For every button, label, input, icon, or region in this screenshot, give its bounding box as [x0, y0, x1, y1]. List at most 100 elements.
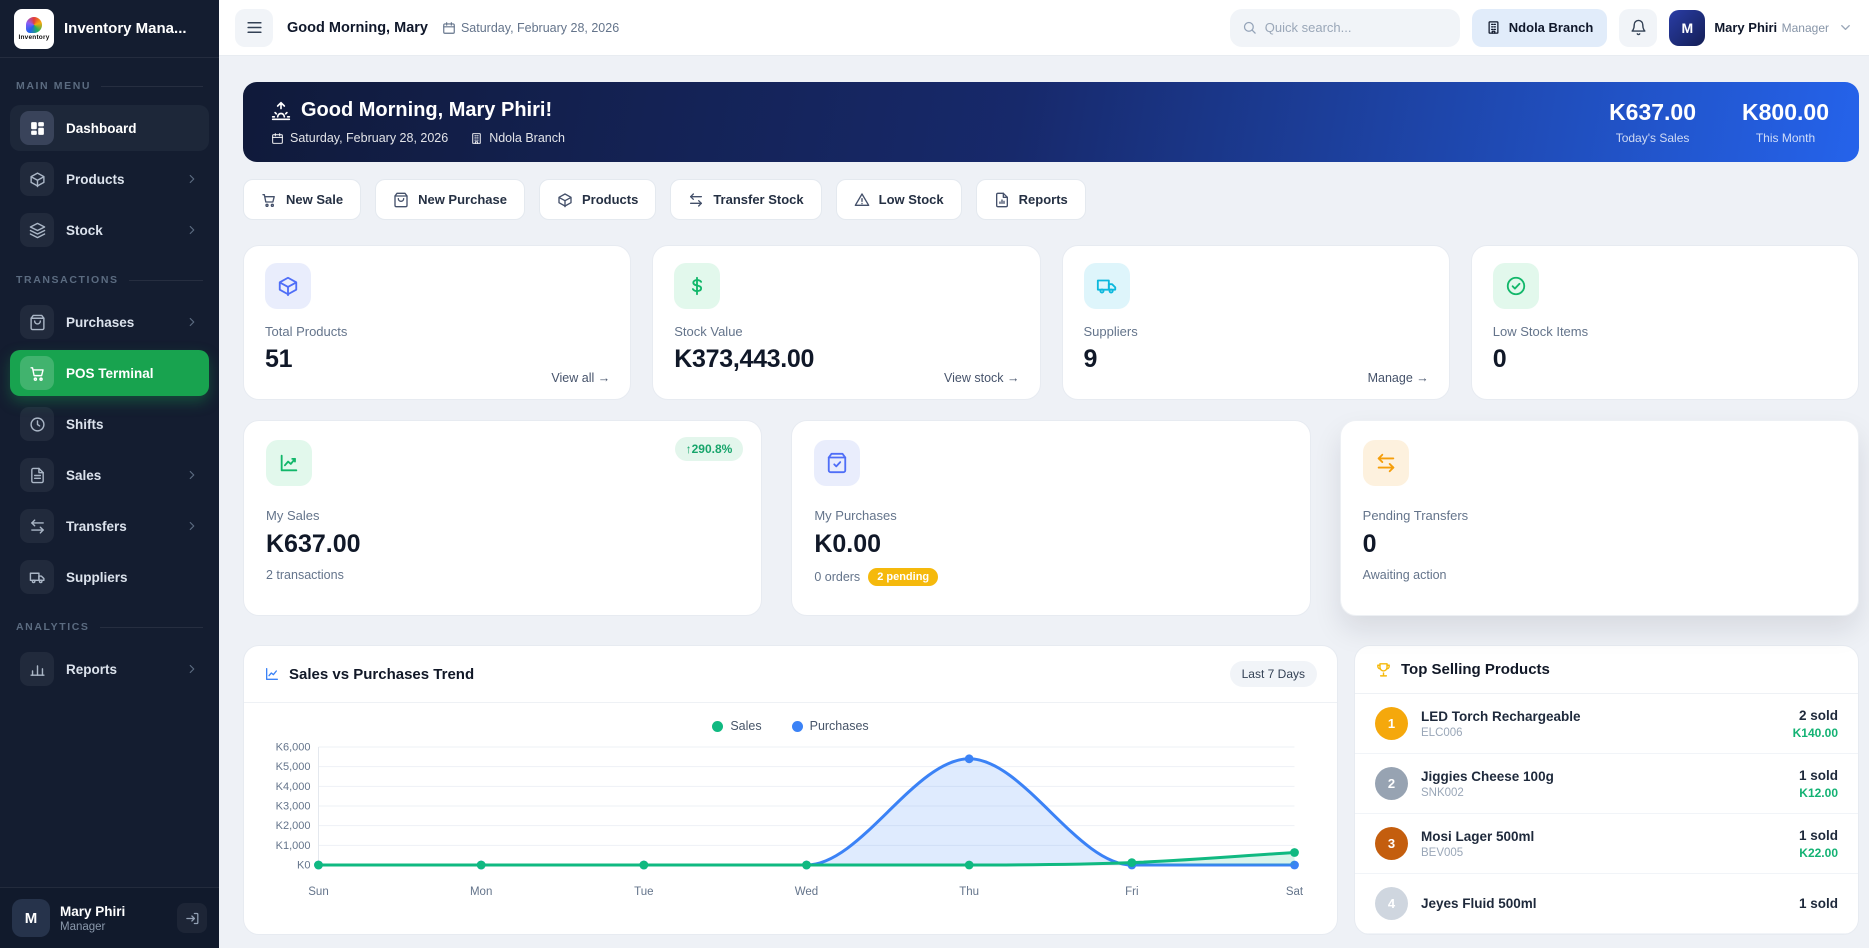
product-amount: K140.00 [1792, 725, 1838, 740]
topbar-user-role: Manager [1781, 20, 1829, 35]
reports-button[interactable]: Reports [975, 179, 1086, 220]
chart-title: Sales vs Purchases Trend [289, 665, 475, 683]
pending-badge: 2 pending [868, 568, 939, 586]
sidebar-item-label: POS Terminal [66, 365, 154, 381]
hamburger-menu-button[interactable] [235, 8, 273, 47]
products-button[interactable]: Products [538, 179, 657, 220]
product-name: LED Torch Rechargeable [1421, 708, 1581, 724]
line-chart-icon [266, 668, 278, 680]
new-purchase-button[interactable]: New Purchase [375, 179, 525, 220]
trend-icon [280, 454, 298, 472]
legend-purchases[interactable]: Purchases [791, 719, 869, 733]
bottom-row: Sales vs Purchases Trend Last 7 Days Sal… [243, 645, 1859, 935]
stat-label: Stock Value [674, 324, 743, 339]
sidebar-item-reports[interactable]: Reports [10, 646, 209, 692]
logout-button[interactable] [177, 903, 207, 933]
perf-label: My Sales [266, 508, 320, 523]
banner-date-text: Saturday, February 28, 2026 [290, 131, 449, 145]
menu-icon [246, 21, 262, 34]
topbar: Good Morning, Mary Saturday, February 28… [219, 0, 1869, 56]
perf-sub: 2 transactions [266, 568, 344, 582]
avatar: M [1669, 9, 1706, 46]
banner-greeting: Good Morning, Mary Phiri! [301, 99, 553, 121]
sidebar-item-suppliers[interactable]: Suppliers [10, 554, 209, 600]
transfer-icon [30, 518, 44, 534]
svg-text:K6,000: K6,000 [276, 742, 311, 754]
bell-icon [1631, 19, 1646, 36]
sidebar-item-purchases[interactable]: Purchases [10, 299, 209, 345]
banner-branch-text: Ndola Branch [489, 131, 565, 145]
legend-sales[interactable]: Sales [712, 719, 762, 733]
stat-card-stock-value: Stock Value K373,443.00 View stock → [652, 245, 1041, 400]
bag-check-icon [828, 452, 847, 474]
calendar-icon [271, 132, 284, 145]
perf-card-my-sales: ↑290.8% My Sales K637.00 2 transactions [243, 420, 763, 616]
stat-value: K373,443.00 [674, 345, 815, 373]
warning-icon [854, 192, 869, 206]
user-menu[interactable]: M Mary Phiri Manager [1669, 9, 1853, 46]
banner-date: Saturday, February 28, 2026 [271, 131, 448, 145]
top-selling-list: 1 LED Torch Rechargeable ELC006 2 sold K140.… [1355, 694, 1858, 934]
welcome-banner: Good Morning, Mary Phiri! Saturday, Febr… [243, 82, 1859, 162]
calendar-icon [443, 21, 455, 34]
sales-purchases-svg: K0 K1,000 K2,000 K3,000 K4,000 K5,000 K6,000 Su… [276, 742, 1304, 899]
sidebar-item-products[interactable]: Products [10, 156, 209, 202]
branch-selector-button[interactable]: Ndola Branch [1471, 8, 1608, 47]
sidebar-item-label: Stock [66, 222, 103, 238]
search-icon [1243, 21, 1256, 34]
search-icon [1242, 20, 1257, 35]
sidebar-item-transfers[interactable]: Transfers [10, 503, 209, 549]
sidebar-item-stock[interactable]: Stock [10, 207, 209, 253]
stat-label: Low Stock Items [1492, 324, 1589, 339]
top-selling-item-2[interactable]: 2 Jiggies Cheese 100g SNK002 1 sold K12.00 [1355, 754, 1858, 814]
logout-icon [185, 912, 198, 924]
sidebar-item-label: Reports [66, 661, 118, 677]
growth-badge: ↑290.8% [674, 437, 744, 461]
action-label: Transfer Stock [713, 192, 804, 207]
logo-flame-icon [26, 16, 42, 33]
rank-badge: 4 [1375, 887, 1408, 920]
doc-report-icon [995, 192, 1008, 207]
stat-link[interactable]: View stock → [944, 371, 1020, 385]
topbar-date: Saturday, February 28, 2026 [442, 21, 619, 35]
sidebar-item-shifts[interactable]: Shifts [10, 401, 209, 447]
calendar-icon [442, 21, 456, 35]
sidebar-user-card[interactable]: M Mary Phiri Manager [0, 887, 219, 948]
avatar: M [12, 899, 50, 937]
building-icon [1486, 20, 1501, 35]
sunrise-icon [271, 101, 291, 121]
top-selling-item-1[interactable]: 1 LED Torch Rechargeable ELC006 2 sold K140.… [1355, 694, 1858, 754]
stat-link[interactable]: View all → [551, 371, 610, 385]
top-selling-item-3[interactable]: 3 Mosi Lager 500ml BEV005 1 sold K22.00 [1355, 814, 1858, 874]
chevron-right-icon [189, 317, 195, 327]
sidebar-item-pos-terminal[interactable]: POS Terminal [10, 350, 209, 396]
transfer-icon [1377, 453, 1394, 473]
low-stock-button[interactable]: Low Stock [835, 179, 962, 220]
chevron-right-icon [189, 521, 195, 531]
this-month-label: This Month [1755, 131, 1816, 145]
sidebar-item-dashboard[interactable]: Dashboard [10, 105, 209, 151]
search-box[interactable] [1229, 8, 1460, 47]
top-selling-item-4[interactable]: 4 Jeyes Fluid 500ml 1 sold [1355, 874, 1858, 934]
user-name: Mary Phiri [60, 903, 126, 919]
sidebar-item-label: Products [66, 171, 125, 187]
sunrise-icon [271, 101, 291, 120]
product-sold: 1 sold [1798, 767, 1838, 783]
perf-label: Pending Transfers [1362, 508, 1469, 523]
banner-stats: K637.00 Today's Sales K800.00 This Month [1609, 99, 1829, 145]
svg-text:K1,000: K1,000 [276, 840, 311, 852]
notifications-button[interactable] [1619, 8, 1658, 47]
bag-icon [394, 192, 408, 207]
transfer-stock-button[interactable]: Transfer Stock [670, 179, 822, 220]
search-input[interactable] [1264, 20, 1448, 35]
new-sale-button[interactable]: New Sale [243, 179, 362, 220]
chevron-right-icon [189, 664, 195, 674]
product-code: SNK002 [1421, 786, 1464, 799]
perf-value: 0 [1362, 530, 1377, 558]
perf-card-my-purchases: My Purchases K0.00 0 orders 2 pending [791, 420, 1311, 616]
clock-icon [29, 416, 45, 432]
stat-link[interactable]: Manage → [1368, 371, 1429, 385]
product-amount: K22.00 [1799, 845, 1838, 860]
sidebar-item-sales[interactable]: Sales [10, 452, 209, 498]
transfer-icon [690, 192, 703, 207]
